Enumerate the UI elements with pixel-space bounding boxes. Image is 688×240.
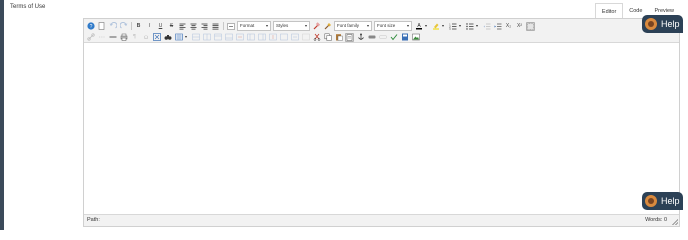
remove-format-icon[interactable] bbox=[312, 22, 321, 31]
table-row-props-icon[interactable] bbox=[191, 33, 200, 42]
paste-text-icon[interactable] bbox=[345, 32, 354, 42]
link-icon[interactable] bbox=[86, 33, 95, 42]
split-cells-icon[interactable] bbox=[279, 33, 288, 42]
paragraph-mark-icon[interactable]: ¶ bbox=[130, 33, 139, 42]
help-icon[interactable]: ? bbox=[86, 22, 95, 31]
page-break-icon[interactable] bbox=[378, 33, 387, 42]
insert-row-before-icon[interactable] bbox=[213, 33, 222, 42]
align-left-icon[interactable] bbox=[178, 22, 187, 31]
search-replace-icon[interactable] bbox=[163, 33, 172, 42]
undo-icon[interactable] bbox=[108, 22, 117, 31]
numbered-list-icon[interactable]: 123 bbox=[448, 22, 457, 31]
help-button-label: Help bbox=[661, 196, 680, 206]
media-icon[interactable] bbox=[367, 33, 376, 42]
print-icon[interactable] bbox=[119, 33, 128, 42]
template-icon[interactable] bbox=[400, 33, 409, 42]
delete-col-icon[interactable] bbox=[268, 33, 277, 42]
italic-icon[interactable]: I bbox=[145, 22, 154, 31]
subscript-label: X₂ bbox=[505, 23, 512, 29]
new-document-icon[interactable] bbox=[97, 22, 106, 31]
tab-editor[interactable]: Editor bbox=[594, 3, 624, 19]
bullet-list-icon[interactable] bbox=[465, 22, 474, 31]
subscript-icon[interactable]: X₂ bbox=[504, 22, 513, 31]
editor-toolbar: ? B I U S Format Styles Font family Font… bbox=[84, 19, 679, 43]
bold-icon[interactable]: B bbox=[134, 22, 143, 31]
toolbar-separator bbox=[131, 22, 132, 30]
copy-icon[interactable] bbox=[323, 33, 332, 42]
indent-icon[interactable] bbox=[493, 22, 502, 31]
help-button-bottom[interactable]: Help bbox=[642, 192, 683, 210]
rich-text-editor: ? B I U S Format Styles Font family Font… bbox=[83, 18, 680, 227]
svg-text:3: 3 bbox=[449, 28, 451, 30]
align-justify-icon[interactable] bbox=[211, 22, 220, 31]
resize-handle-icon[interactable] bbox=[672, 219, 678, 225]
svg-text:?: ? bbox=[89, 24, 92, 30]
word-count: Words: 0 bbox=[645, 217, 667, 223]
underline-icon[interactable]: U bbox=[156, 22, 165, 31]
paint-brush-icon[interactable] bbox=[323, 22, 332, 31]
font-family-dropdown[interactable]: Font family bbox=[334, 21, 372, 31]
merge-cells-icon[interactable] bbox=[290, 33, 299, 42]
italic-label: I bbox=[148, 23, 151, 29]
insert-table-icon[interactable] bbox=[174, 33, 183, 42]
superscript-icon[interactable]: X² bbox=[515, 22, 524, 31]
insert-col-after-icon[interactable] bbox=[257, 33, 266, 42]
toolbar-row-1: ? B I U S Format Styles Font family Font… bbox=[86, 21, 537, 31]
strikethrough-label: S bbox=[169, 23, 174, 29]
path-label: Path: bbox=[87, 217, 100, 223]
paragraph-mark-label: ¶ bbox=[133, 34, 136, 40]
highlight-color-icon[interactable] bbox=[431, 22, 440, 31]
align-center-icon[interactable] bbox=[189, 22, 198, 31]
styles-dropdown[interactable]: Styles bbox=[273, 21, 310, 31]
delete-row-icon[interactable] bbox=[235, 33, 244, 42]
bold-label: B bbox=[136, 23, 141, 29]
editor-statusbar: Path: Words: 0 bbox=[84, 214, 679, 226]
anchor-icon[interactable] bbox=[356, 33, 365, 42]
outdent-icon[interactable] bbox=[482, 22, 491, 31]
page-title: Terms of Use bbox=[10, 4, 46, 10]
horizontal-rule-icon[interactable] bbox=[108, 33, 117, 42]
spellcheck-icon[interactable] bbox=[389, 33, 398, 42]
table-cell-props-icon[interactable] bbox=[202, 33, 211, 42]
numbered-list-dropdown-arrow[interactable] bbox=[459, 22, 463, 31]
paragraph-format-icon[interactable] bbox=[226, 22, 235, 31]
help-avatar-icon bbox=[645, 195, 657, 207]
unlink-icon[interactable] bbox=[97, 33, 106, 42]
redo-icon[interactable] bbox=[119, 22, 128, 31]
show-blocks-icon[interactable] bbox=[526, 21, 535, 31]
fullscreen-icon[interactable] bbox=[152, 33, 161, 42]
underline-label: U bbox=[158, 23, 163, 29]
highlight-color-dropdown-arrow[interactable] bbox=[442, 22, 446, 31]
format-dropdown[interactable]: Format bbox=[237, 21, 271, 31]
toolbar-row-2: ¶ Ω bbox=[86, 32, 422, 42]
image-icon[interactable] bbox=[411, 33, 420, 42]
help-button[interactable]: Help bbox=[642, 15, 683, 33]
table-dropdown-arrow[interactable] bbox=[185, 33, 189, 42]
font-size-dropdown[interactable]: Font size bbox=[374, 21, 412, 31]
paste-icon[interactable] bbox=[334, 33, 343, 42]
text-color-dropdown-arrow[interactable] bbox=[425, 22, 429, 31]
align-right-icon[interactable] bbox=[200, 22, 209, 31]
help-avatar-icon bbox=[645, 18, 657, 30]
left-sidebar-strip bbox=[0, 0, 4, 230]
cut-icon[interactable] bbox=[312, 33, 321, 42]
strikethrough-icon[interactable]: S bbox=[167, 22, 176, 31]
special-character-icon[interactable]: Ω bbox=[141, 33, 150, 42]
bullet-list-dropdown-arrow[interactable] bbox=[476, 22, 480, 31]
insert-row-after-icon[interactable] bbox=[224, 33, 233, 42]
toolbar-separator bbox=[223, 22, 224, 30]
superscript-label: X² bbox=[517, 23, 522, 29]
editor-content-area[interactable] bbox=[84, 43, 679, 215]
svg-text:Ω: Ω bbox=[143, 35, 147, 41]
help-button-label: Help bbox=[661, 19, 680, 29]
insert-col-before-icon[interactable] bbox=[246, 33, 255, 42]
delete-table-icon[interactable] bbox=[301, 33, 310, 42]
text-color-icon[interactable]: A bbox=[414, 22, 423, 31]
